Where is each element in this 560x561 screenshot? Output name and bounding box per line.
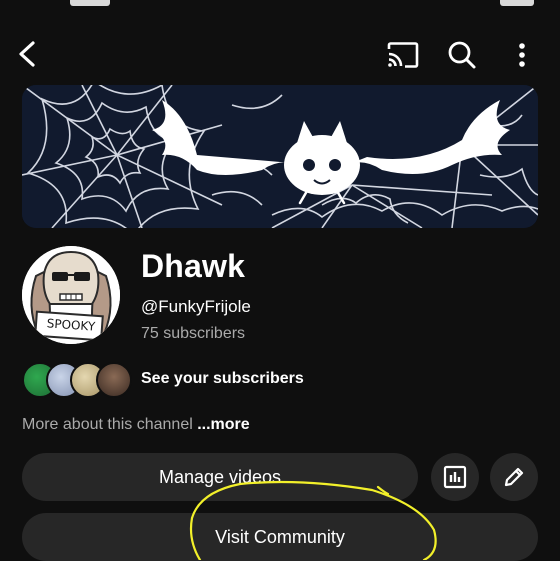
search-icon [448, 41, 476, 69]
channel-handle: @FunkyFrijole [141, 297, 251, 316]
back-arrow-icon [19, 41, 35, 67]
channel-avatar[interactable]: SPOOKY [22, 246, 120, 344]
channel-name: Dhawk [141, 248, 246, 284]
more-vert-icon [519, 43, 525, 67]
subscriber-count: 75 subscribers [141, 325, 246, 342]
cast-icon [387, 42, 419, 68]
cast-button[interactable] [384, 38, 422, 72]
visit-community-label: Visit Community [215, 526, 345, 547]
more-options-button[interactable] [508, 38, 536, 72]
subscriber-avatar [96, 362, 132, 398]
search-button[interactable] [444, 38, 480, 72]
channel-banner [22, 85, 538, 228]
more-link[interactable]: ...more [197, 416, 249, 433]
manage-videos-button[interactable]: Manage videos [22, 453, 418, 501]
subscriber-avatars[interactable] [22, 362, 132, 398]
manage-videos-label: Manage videos [158, 466, 282, 487]
back-button[interactable] [12, 38, 42, 70]
visit-community-button[interactable]: Visit Community [22, 513, 538, 561]
analytics-button[interactable] [431, 453, 479, 501]
status-bar-fragment [70, 0, 110, 6]
about-text: More about this channel [22, 416, 198, 433]
status-bar-fragment [500, 0, 534, 6]
about-channel[interactable]: More about this channel ...more [22, 416, 250, 434]
spiderweb-bat-artwork [22, 85, 538, 228]
see-subscribers-link[interactable]: See your subscribers [141, 370, 304, 388]
edit-channel-button[interactable] [490, 453, 538, 501]
pencil-icon [504, 467, 524, 487]
analytics-icon [443, 465, 467, 489]
